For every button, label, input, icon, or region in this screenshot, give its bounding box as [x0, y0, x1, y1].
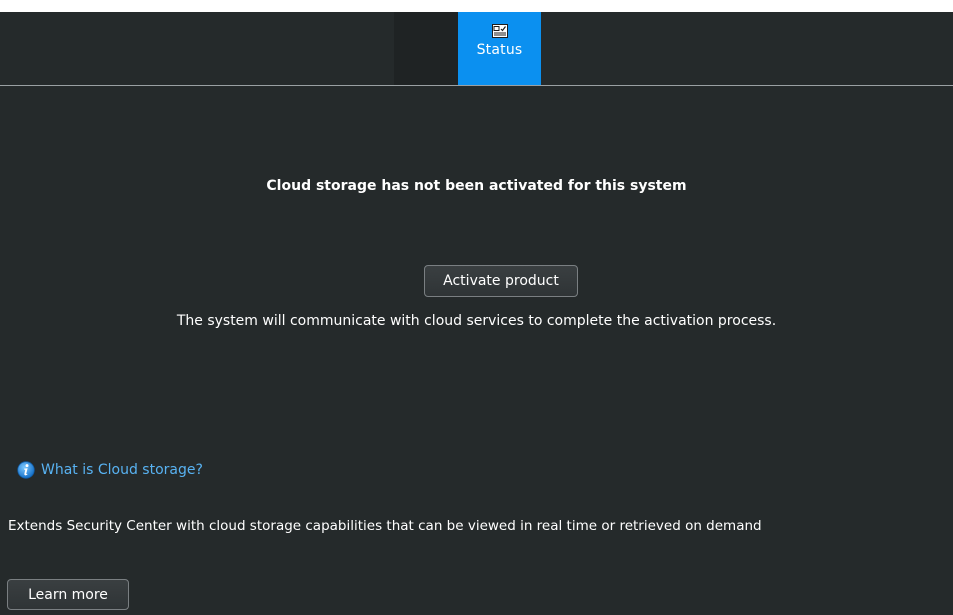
top-strip — [0, 0, 953, 12]
cloud-storage-description: Extends Security Center with cloud stora… — [8, 518, 762, 534]
app-window: Status Cloud storage has not been activa… — [0, 0, 953, 615]
activation-description: The system will communicate with cloud s… — [176, 313, 777, 329]
learn-more-button[interactable]: Learn more — [7, 579, 129, 610]
tab-bar: Status — [0, 12, 953, 85]
header-divider — [0, 85, 953, 86]
status-card-icon — [491, 24, 508, 38]
info-icon — [17, 461, 35, 479]
activation-headline: Cloud storage has not been activated for… — [266, 178, 687, 194]
info-row: What is Cloud storage? — [17, 460, 203, 480]
tab-status[interactable]: Status — [458, 12, 541, 85]
tab-status-label: Status — [476, 42, 523, 58]
what-is-cloud-storage-link[interactable]: What is Cloud storage? — [41, 462, 203, 478]
activate-product-button[interactable]: Activate product — [424, 265, 578, 297]
